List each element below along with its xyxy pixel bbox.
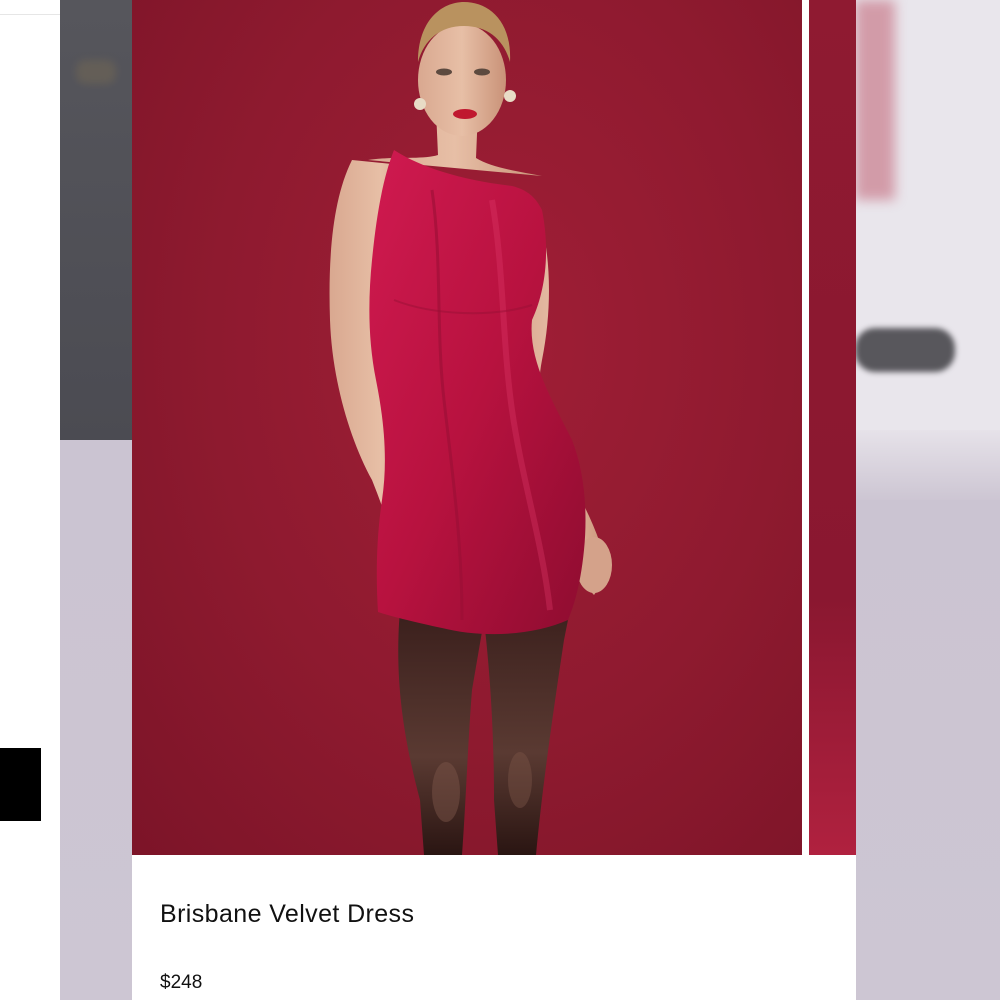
product-card[interactable]: Brisbane Velvet Dress $248 bbox=[132, 0, 856, 1000]
blur-smear bbox=[76, 60, 116, 84]
product-price: $248 bbox=[160, 972, 203, 993]
blurred-background-right-fade bbox=[855, 430, 1000, 500]
divider bbox=[0, 14, 60, 15]
model-photo-icon bbox=[329, 2, 612, 855]
screen: Brisbane Velvet Dress $248 bbox=[0, 0, 1000, 1000]
blurred-background-right-accent bbox=[855, 0, 895, 200]
left-dark-block bbox=[0, 748, 41, 821]
product-image[interactable] bbox=[132, 0, 802, 855]
next-product-image-peek[interactable] bbox=[809, 0, 856, 855]
blurred-background-left-panel bbox=[60, 0, 140, 440]
image-gap bbox=[802, 0, 809, 855]
product-name[interactable]: Brisbane Velvet Dress bbox=[160, 900, 414, 929]
left-page-edge bbox=[0, 0, 60, 1000]
blurred-background-right-bar bbox=[855, 328, 955, 372]
